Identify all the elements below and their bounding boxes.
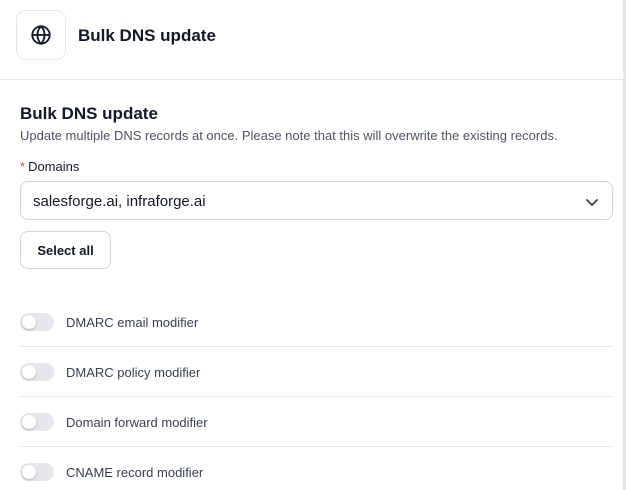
page-header: Bulk DNS update	[0, 0, 626, 80]
dmarc-email-toggle[interactable]	[20, 313, 54, 331]
cname-toggle[interactable]	[20, 463, 54, 481]
domains-select-value: salesforge.ai, infraforge.ai	[33, 193, 206, 210]
select-all-button[interactable]: Select all	[20, 231, 111, 269]
toggle-knob	[22, 415, 36, 429]
toggle-knob	[22, 365, 36, 379]
section-description: Update multiple DNS records at once. Ple…	[20, 128, 558, 143]
modifier-row-cname: CNAME record modifier	[20, 447, 613, 490]
required-mark: *	[20, 159, 26, 174]
section-title: Bulk DNS update	[20, 104, 158, 123]
domain-forward-toggle[interactable]	[20, 413, 54, 431]
dmarc-policy-label: DMARC policy modifier	[66, 365, 201, 380]
domains-label: * Domains	[20, 158, 79, 175]
header-title: Bulk DNS update	[78, 26, 216, 45]
toggle-knob	[22, 465, 36, 479]
modifier-row-domain-forward: Domain forward modifier	[20, 397, 613, 447]
header-icon-box	[16, 10, 66, 60]
cname-label: CNAME record modifier	[66, 465, 204, 480]
toggle-knob	[22, 315, 36, 329]
chevron-down-icon	[586, 199, 598, 206]
modifier-row-dmarc-policy: DMARC policy modifier	[20, 347, 613, 397]
domains-label-text: Domains	[28, 159, 80, 174]
domains-select[interactable]: salesforge.ai, infraforge.ai	[20, 181, 613, 220]
dmarc-policy-toggle[interactable]	[20, 363, 54, 381]
domain-forward-label: Domain forward modifier	[66, 415, 208, 430]
dmarc-email-label: DMARC email modifier	[66, 315, 199, 330]
modifier-row-dmarc-email: DMARC email modifier	[20, 297, 613, 347]
globe-icon	[31, 25, 51, 45]
